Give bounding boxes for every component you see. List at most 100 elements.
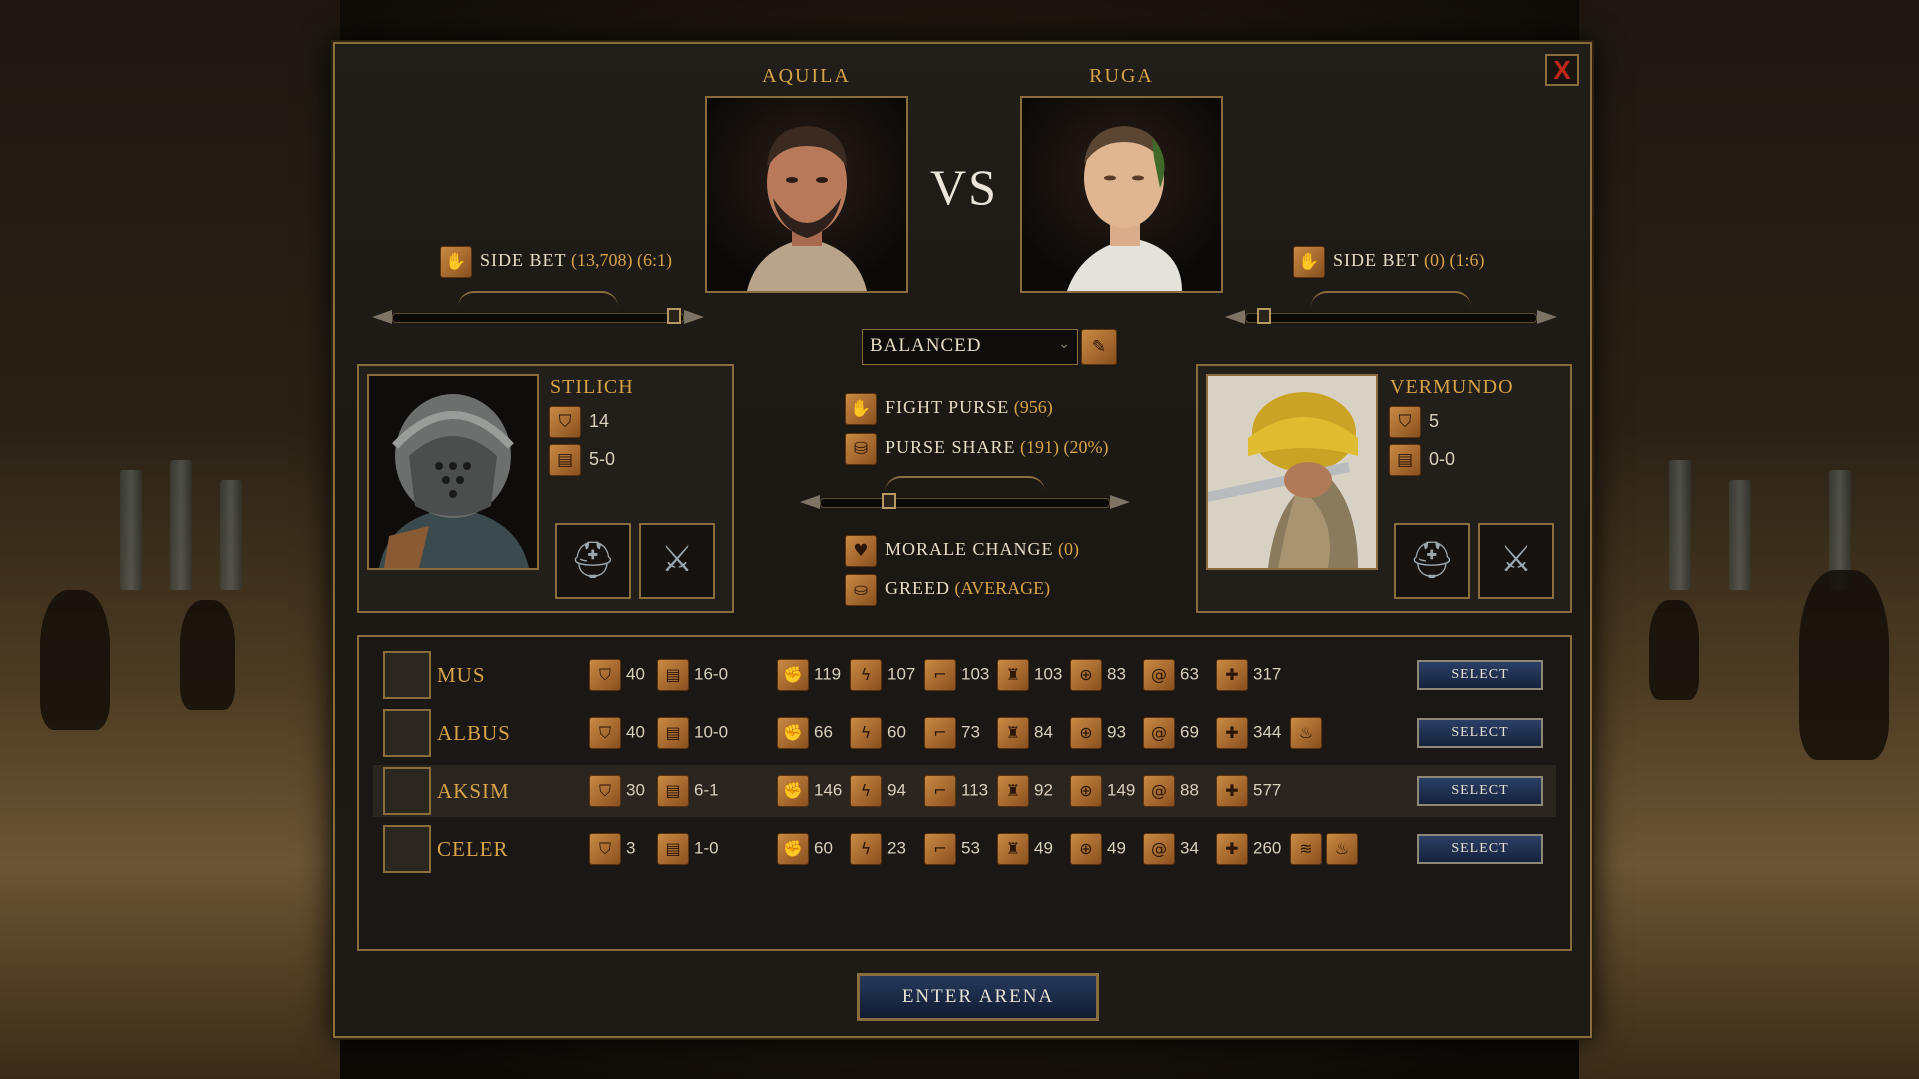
side-bet-amount: (13,708): [571, 250, 633, 271]
select-button[interactable]: SELECT: [1417, 834, 1543, 864]
select-button[interactable]: SELECT: [1417, 776, 1543, 806]
stat-accuracy: ⊕ 83: [1070, 659, 1126, 691]
close-button[interactable]: X: [1545, 54, 1579, 86]
right-side-bet[interactable]: ✋ SIDE BET (0) (1:6): [1293, 246, 1485, 278]
slider-handle[interactable]: [882, 493, 896, 509]
stat-agility: ϟ 107: [850, 659, 915, 691]
swirl-stamina-icon: @: [1143, 659, 1175, 691]
roster-row[interactable]: MUS ⛉ 40 ▤ 16-0 ✊ 119 ϟ 107 ⌐ 103 ♜ 103 ⊕ 83 @6…: [373, 649, 1556, 701]
greed: ⛀ GREED (AVERAGE): [845, 574, 1050, 606]
left-fighter-helmet-slot[interactable]: ⛑: [555, 523, 631, 599]
left-fighter-weapon-slot[interactable]: ⚔: [639, 523, 715, 599]
stat-speed: ⌐ 103: [924, 659, 989, 691]
side-bet-icon: ✋: [1293, 246, 1325, 278]
select-button[interactable]: SELECT: [1417, 718, 1543, 748]
gladiator-record: ▤ 10-0: [657, 717, 728, 749]
stat-accuracy: ⊕ 49: [1070, 833, 1126, 865]
left-side-bet[interactable]: ✋ SIDE BET (13,708) (6:1): [440, 246, 672, 278]
right-fighter-name: VERMUNDO: [1390, 376, 1514, 398]
torso-constitution-icon: ♜: [997, 833, 1029, 865]
target-accuracy-icon: ⊕: [1070, 775, 1102, 807]
torso-constitution-icon: ♜: [997, 659, 1029, 691]
helmet-level-icon: ⛉: [589, 833, 621, 865]
boot-speed-icon: ⌐: [924, 775, 956, 807]
arena-background-right: [1579, 0, 1919, 1079]
stat-stamina: @63: [1143, 659, 1199, 691]
right-fighter-weapon-slot[interactable]: ⚔: [1478, 523, 1554, 599]
stat-stamina: @69: [1143, 717, 1199, 749]
stat-speed: ⌐ 113: [924, 775, 988, 807]
helmet-level-icon: ⛉: [1389, 406, 1421, 438]
scroll-record-icon: ▤: [657, 717, 689, 749]
torso-constitution-icon: ♜: [997, 775, 1029, 807]
boot-speed-icon: ⌐: [924, 717, 956, 749]
gladiator-name: MUS: [437, 663, 486, 687]
gladiator-level: ⛉ 40: [589, 659, 645, 691]
lightning-agility-icon: ϟ: [850, 717, 882, 749]
lightning-agility-icon: ϟ: [850, 659, 882, 691]
side-bet-icon: ✋: [440, 246, 472, 278]
boot-speed-icon: ⌐: [924, 659, 956, 691]
enter-arena-button[interactable]: ENTER ARENA: [857, 973, 1099, 1021]
chevron-down-icon: ⌄: [1058, 336, 1071, 352]
stat-strength: ✊ 60: [777, 833, 833, 865]
left-fighter-record: ▤ 5-0: [549, 444, 615, 476]
gladiator-avatar: [383, 825, 431, 873]
helmet-level-icon: ⛉: [549, 406, 581, 438]
purse-share: ⛁ PURSE SHARE (191) (20%): [845, 433, 1109, 465]
gladiator-name: CELER: [437, 837, 509, 861]
cross-health-icon: ✚: [1216, 717, 1248, 749]
purse-share-slider[interactable]: [800, 476, 1130, 512]
right-fighter-portrait: [1206, 374, 1378, 570]
cross-health-icon: ✚: [1216, 659, 1248, 691]
right-side-bet-slider[interactable]: [1225, 291, 1557, 327]
left-owner-portrait: [705, 96, 908, 293]
scroll-record-icon: ▤: [657, 659, 689, 691]
fist-strength-icon: ✊: [777, 717, 809, 749]
slider-handle[interactable]: [1257, 308, 1271, 324]
torso-constitution-icon: ♜: [997, 717, 1029, 749]
stat-constitution: ♜ 103: [997, 659, 1062, 691]
right-fighter-helmet-slot[interactable]: ⛑: [1394, 523, 1470, 599]
right-owner-portrait: [1020, 96, 1223, 293]
trait-flame-icon[interactable]: ♨: [1326, 833, 1363, 865]
roster-row[interactable]: CELER ⛉ 3 ▤ 1-0 ✊ 60 ϟ 23 ⌐ 53 ♜ 49 ⊕ 49 @34 ✚ 2…: [373, 823, 1556, 875]
swirl-stamina-icon: @: [1143, 833, 1175, 865]
select-button[interactable]: SELECT: [1417, 660, 1543, 690]
stance-value: BALANCED: [870, 335, 982, 356]
stance-edit-icon[interactable]: ✎: [1081, 329, 1117, 365]
gladiator-name: AKSIM: [437, 779, 510, 803]
left-side-bet-slider[interactable]: [372, 291, 704, 327]
target-accuracy-icon: ⊕: [1070, 659, 1102, 691]
purse-share-icon: ⛁: [845, 433, 877, 465]
trait-bread-icon[interactable]: ≋: [1290, 833, 1327, 865]
fight-purse-icon: ✋: [845, 393, 877, 425]
morale-heart-icon: ♥: [845, 535, 877, 567]
swirl-stamina-icon: @: [1143, 775, 1175, 807]
roster-row-highlighted[interactable]: AKSIM ⛉ 30 ▤ 6-1 ✊ 146 ϟ 94 ⌐ 113 ♜ 92 ⊕ 149 @8…: [373, 765, 1556, 817]
stat-agility: ϟ 94: [850, 775, 906, 807]
stat-agility: ϟ 60: [850, 717, 906, 749]
scroll-record-icon: ▤: [1389, 444, 1421, 476]
right-fighter-record: ▤ 0-0: [1389, 444, 1455, 476]
fight-purse: ✋ FIGHT PURSE (956): [845, 393, 1053, 425]
target-accuracy-icon: ⊕: [1070, 717, 1102, 749]
trait-flame-icon[interactable]: ♨: [1290, 717, 1327, 749]
left-owner-name: AQUILA: [762, 65, 851, 87]
helmet-icon: ⛑: [1409, 540, 1455, 581]
roster-row[interactable]: ALBUS ⛉ 40 ▤ 10-0 ✊ 66 ϟ 60 ⌐ 73 ♜ 84 ⊕ 93 @69 …: [373, 707, 1556, 759]
side-bet-label: SIDE BET: [480, 250, 567, 271]
lightning-agility-icon: ϟ: [850, 775, 882, 807]
helmet-icon: ⛑: [570, 540, 616, 581]
scroll-record-icon: ▤: [657, 833, 689, 865]
right-owner-name: RUGA: [1089, 65, 1154, 87]
stat-health: ✚ 260: [1216, 833, 1281, 865]
fist-strength-icon: ✊: [777, 659, 809, 691]
stat-agility: ϟ 23: [850, 833, 906, 865]
slider-handle[interactable]: [667, 308, 681, 324]
gladiator-level: ⛉ 40: [589, 717, 645, 749]
swirl-stamina-icon: @: [1143, 717, 1175, 749]
boot-speed-icon: ⌐: [924, 833, 956, 865]
fight-stance-dropdown[interactable]: BALANCED ⌄: [862, 329, 1078, 365]
side-bet-amount: (0): [1424, 250, 1445, 271]
